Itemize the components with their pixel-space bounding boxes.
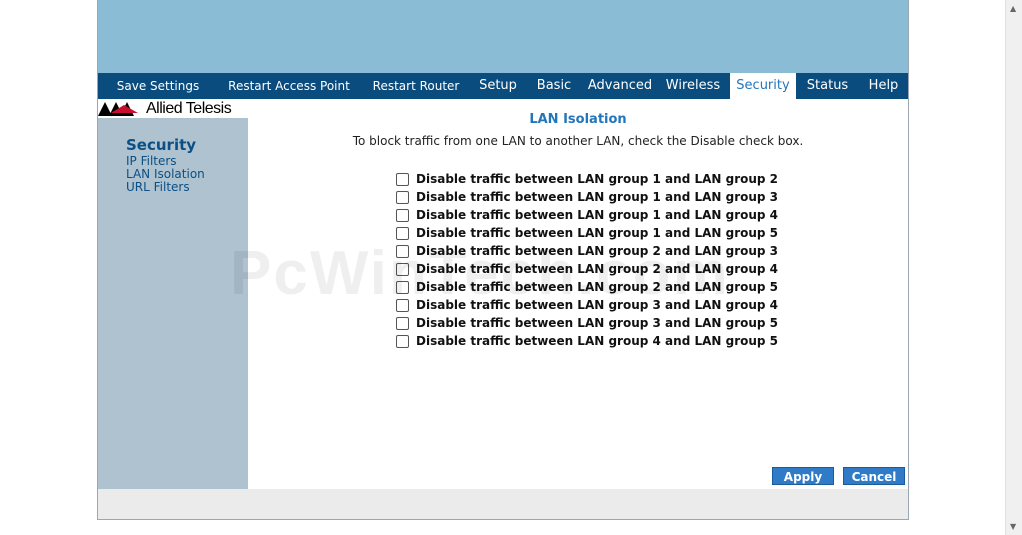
sidebar-item-url-filters[interactable]: URL Filters <box>126 180 190 194</box>
option-label: Disable traffic between LAN group 3 and … <box>416 298 779 312</box>
nav-restart-access-point[interactable]: Restart Access Point <box>218 73 360 99</box>
disable-1-4-checkbox[interactable] <box>396 208 409 222</box>
nav-help[interactable]: Help <box>859 73 908 99</box>
isolation-option: Disable traffic between LAN group 2 and … <box>396 278 778 296</box>
allied-telesis-logo: Allied Telesis <box>98 99 248 118</box>
disable-1-5-checkbox[interactable] <box>396 226 409 240</box>
disable-2-3-checkbox[interactable] <box>396 244 409 258</box>
isolation-option: Disable traffic between LAN group 4 and … <box>396 332 778 350</box>
nav-advanced[interactable]: Advanced <box>584 73 656 99</box>
isolation-option: Disable traffic between LAN group 3 and … <box>396 296 778 314</box>
option-label: Disable traffic between LAN group 1 and … <box>416 190 779 204</box>
nav-setup[interactable]: Setup <box>472 73 524 99</box>
option-label: Disable traffic between LAN group 1 and … <box>416 226 779 240</box>
top-nav: Save Settings Restart Access Point Resta… <box>98 73 908 99</box>
nav-security[interactable]: Security <box>730 73 796 99</box>
apply-button[interactable]: Apply <box>772 467 834 485</box>
nav-save-settings[interactable]: Save Settings <box>98 73 218 99</box>
disable-2-5-checkbox[interactable] <box>396 280 409 294</box>
option-label: Disable traffic between LAN group 2 and … <box>416 262 779 276</box>
disable-2-4-checkbox[interactable] <box>396 262 409 276</box>
cancel-button[interactable]: Cancel <box>843 467 905 485</box>
option-label: Disable traffic between LAN group 2 and … <box>416 280 779 294</box>
isolation-option: Disable traffic between LAN group 1 and … <box>396 170 778 188</box>
option-label: Disable traffic between LAN group 3 and … <box>416 316 779 330</box>
disable-3-5-checkbox[interactable] <box>396 316 409 330</box>
logo-mark-icon <box>98 101 138 116</box>
disable-4-5-checkbox[interactable] <box>396 334 409 348</box>
page-title: LAN Isolation <box>529 112 627 127</box>
scroll-down-arrow-icon[interactable]: ▼ <box>1010 522 1016 531</box>
sidebar-item-ip-filters[interactable]: IP Filters <box>126 154 177 168</box>
footer-strip <box>98 489 908 519</box>
logo-text: Allied Telesis <box>146 99 232 117</box>
isolation-option: Disable traffic between LAN group 3 and … <box>396 314 778 332</box>
main-content: LAN Isolation To block traffic from one … <box>248 99 908 489</box>
isolation-option: Disable traffic between LAN group 1 and … <box>396 224 778 242</box>
header-banner <box>98 0 908 73</box>
option-label: Disable traffic between LAN group 1 and … <box>416 172 779 186</box>
disable-1-3-checkbox[interactable] <box>396 190 409 204</box>
disable-3-4-checkbox[interactable] <box>396 298 409 312</box>
nav-basic[interactable]: Basic <box>524 73 584 99</box>
nav-wireless[interactable]: Wireless <box>656 73 730 99</box>
sidebar-item-lan-isolation[interactable]: LAN Isolation <box>126 167 205 181</box>
option-label: Disable traffic between LAN group 2 and … <box>416 244 779 258</box>
isolation-option: Disable traffic between LAN group 1 and … <box>396 188 778 206</box>
isolation-option: Disable traffic between LAN group 2 and … <box>396 260 778 278</box>
instructions-text: To block traffic from one LAN to another… <box>352 134 804 148</box>
option-label: Disable traffic between LAN group 1 and … <box>416 208 779 222</box>
scroll-up-arrow-icon[interactable]: ▲ <box>1010 4 1016 13</box>
isolation-option: Disable traffic between LAN group 2 and … <box>396 242 778 260</box>
isolation-option: Disable traffic between LAN group 1 and … <box>396 206 778 224</box>
nav-restart-router[interactable]: Restart Router <box>360 73 472 99</box>
router-page: Save Settings Restart Access Point Resta… <box>97 0 909 520</box>
disable-1-2-checkbox[interactable] <box>396 172 409 186</box>
vertical-scrollbar[interactable]: ▲ ▼ <box>1005 0 1022 535</box>
sidebar: Security IP Filters LAN Isolation URL Fi… <box>98 118 248 489</box>
sidebar-title: Security <box>126 136 197 154</box>
nav-status[interactable]: Status <box>796 73 859 99</box>
option-label: Disable traffic between LAN group 4 and … <box>416 334 779 348</box>
